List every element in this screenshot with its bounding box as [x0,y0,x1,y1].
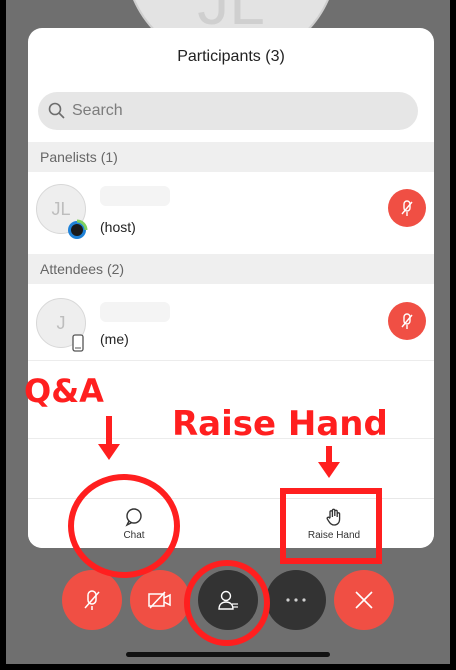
home-indicator [126,652,330,657]
qa-annotation-arrowhead [98,444,120,460]
close-icon [355,591,373,609]
webex-status-icon [68,219,88,239]
participant-row-me[interactable]: J (me) [28,284,434,359]
video-off-icon [148,591,171,609]
section-attendees: Attendees (2) [28,254,434,284]
more-icon [286,598,306,602]
participant-name [100,186,170,206]
chat-highlight-circle [68,474,180,578]
search-icon [48,102,65,119]
panel-title: Participants (3) [177,48,285,65]
participant-row-host[interactable]: JL (host) [28,172,434,247]
mute-participant-button[interactable] [388,302,426,340]
search-placeholder: Search [72,102,123,119]
mute-participant-button[interactable] [388,189,426,227]
mic-muted-icon [84,590,100,610]
search-input[interactable]: Search [38,92,418,130]
leave-button[interactable] [334,570,394,630]
raise-hand-annotation-arrowhead [318,462,340,478]
participant-role: (me) [100,331,129,347]
qa-annotation-label: Q&A [24,372,104,410]
video-button[interactable] [130,570,190,630]
phone-icon [72,334,84,352]
mute-button[interactable] [62,570,122,630]
more-button[interactable] [266,570,326,630]
raise-hand-highlight-box [280,488,382,564]
mic-muted-icon [401,200,413,216]
mic-muted-icon [401,313,413,329]
section-panelists: Panelists (1) [28,142,434,172]
participants-panel: Participants (3) Search Panelists (1) JL… [28,28,434,548]
qa-annotation-arrow [106,416,112,446]
divider [28,360,434,361]
participants-highlight-circle [184,560,270,646]
participant-name [100,302,170,322]
raise-hand-annotation-label: Raise Hand [172,404,388,444]
participant-role: (host) [100,219,136,235]
